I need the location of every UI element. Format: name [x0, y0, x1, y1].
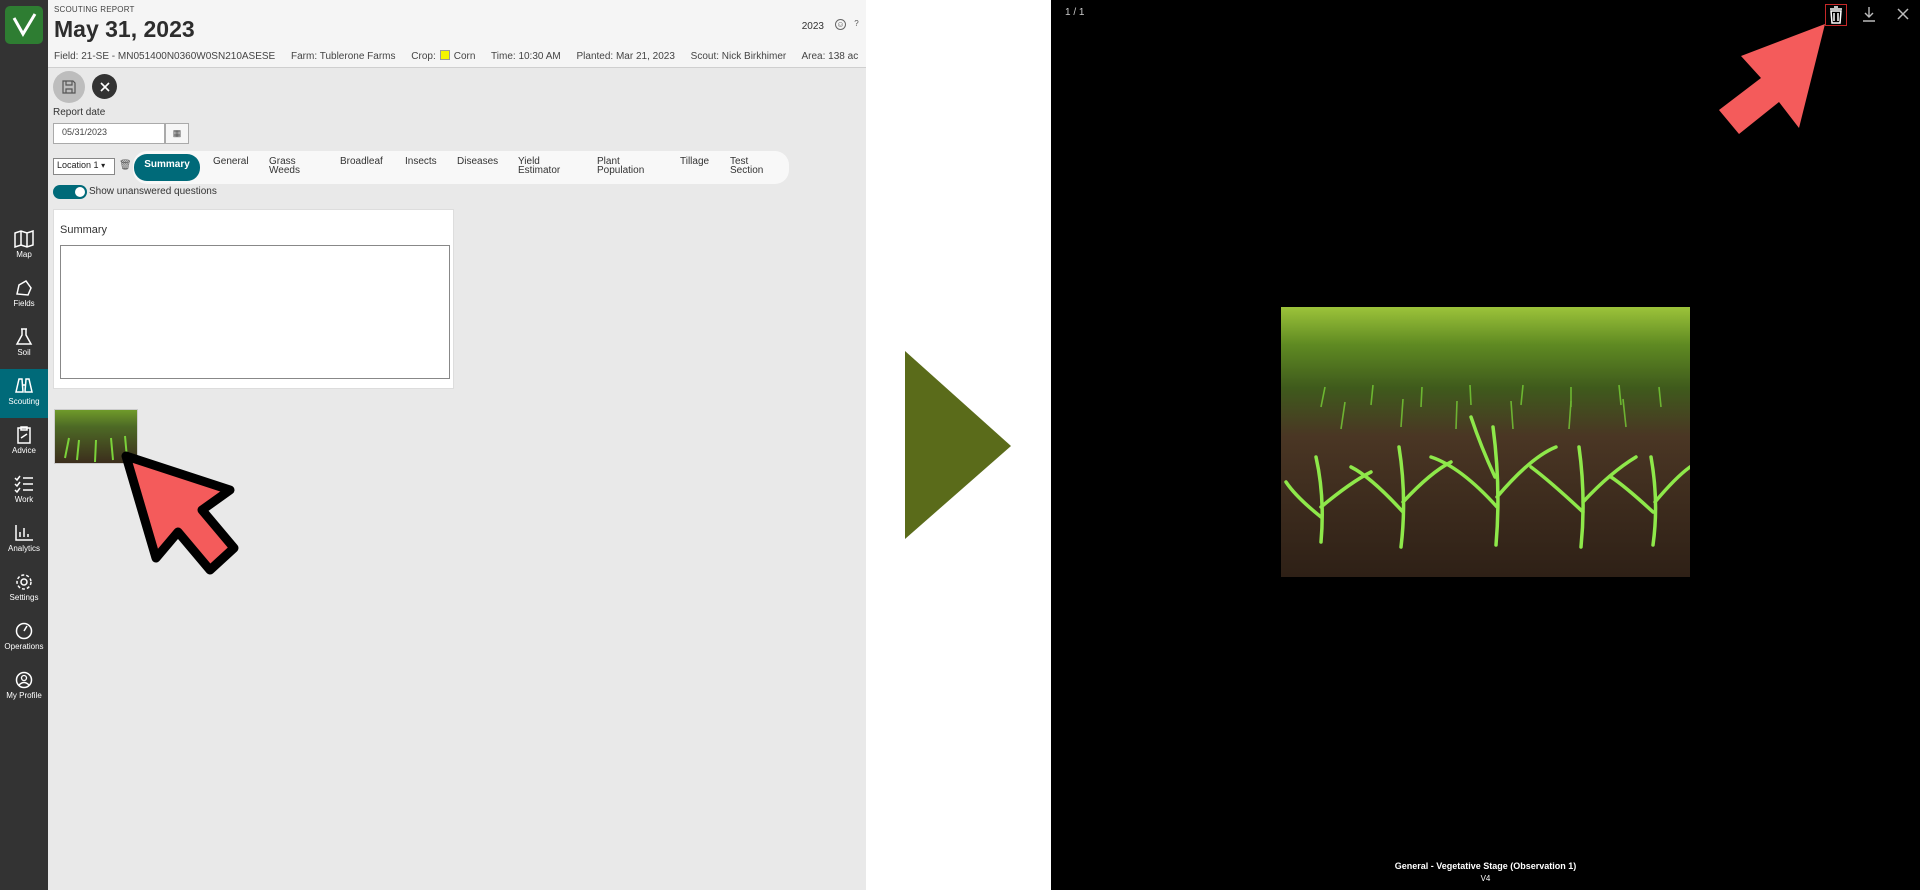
area-info: Area: 138 ac: [801, 51, 859, 62]
chart-icon: [15, 525, 33, 541]
fields-icon: [16, 280, 32, 296]
calendar-button[interactable]: ▦: [165, 123, 189, 144]
tab-yield-estimator[interactable]: Yield Estimator: [518, 157, 568, 176]
pointer-arrow-left: [121, 451, 239, 575]
show-unanswered-toggle[interactable]: [53, 185, 87, 199]
nav-rail: Map Fields Soil Scouting Advice Work Ana…: [0, 0, 48, 890]
summary-title: Summary: [60, 224, 108, 236]
trash-icon: [1830, 6, 1842, 24]
map-icon: [14, 230, 34, 248]
report-date-input[interactable]: 05/31/2023: [53, 123, 165, 144]
year-selector[interactable]: 2023: [802, 21, 824, 32]
show-unanswered-label: Show unanswered questions: [89, 186, 217, 197]
photo-viewer: 1 / 1 General - Vegetative Stage (Observ…: [1051, 0, 1920, 890]
report-date-label: Report date: [53, 107, 106, 118]
corn-seedling-photo: [1281, 307, 1690, 577]
gauge-icon: [15, 622, 33, 640]
step-divider: [866, 0, 1051, 890]
page-title: May 31, 2023: [54, 16, 195, 42]
tutorial-composite: Map Fields Soil Scouting Advice Work Ana…: [0, 0, 1920, 890]
flask-icon: [15, 328, 33, 345]
photo-caption: General - Vegetative Stage (Observation …: [1394, 861, 1577, 871]
nav-item-operations[interactable]: Operations: [0, 614, 48, 663]
farm-info: Farm: Tublerone Farms: [291, 51, 396, 62]
summary-card: Summary: [53, 209, 454, 389]
user-icon: [15, 671, 33, 689]
nav-label: Fields: [13, 299, 35, 308]
next-step-arrow: [905, 351, 1011, 539]
field-metadata: Field: 21-SE - MN051400N0360W0SN210ASESE…: [54, 50, 866, 62]
crop-info: Crop: Corn: [411, 50, 476, 62]
question-tabs: Summary General Grass Weeds Broadleaf In…: [133, 151, 789, 184]
gear-icon: [16, 574, 32, 590]
nav-label: Analytics: [7, 544, 40, 553]
location-value: Location 1: [57, 160, 99, 170]
help-icon[interactable]: ?: [851, 19, 862, 30]
nav-label: Soil: [17, 348, 31, 357]
tab-grass-weeds[interactable]: Grass Weeds: [269, 157, 315, 176]
checklist-icon: [14, 475, 33, 493]
tab-plant-population[interactable]: Plant Population: [597, 157, 652, 176]
nav-item-analytics[interactable]: Analytics: [0, 516, 48, 565]
app-logo[interactable]: [5, 6, 43, 44]
nav-label: Work: [14, 495, 34, 504]
tab-tillage[interactable]: Tillage: [680, 157, 709, 167]
chevron-down-icon: ▾: [101, 161, 106, 170]
nav-item-work[interactable]: Work: [0, 467, 48, 516]
nav-label: Settings: [9, 593, 39, 602]
nav-item-advice[interactable]: Advice: [0, 418, 48, 467]
report-kicker: SCOUTING REPORT: [54, 5, 135, 14]
tab-insects[interactable]: Insects: [405, 157, 437, 167]
nav-item-fields[interactable]: Fields: [0, 271, 48, 320]
tab-test-section[interactable]: Test Section: [730, 157, 770, 176]
download-icon: [1863, 7, 1875, 22]
tab-broadleaf[interactable]: Broadleaf: [340, 157, 383, 167]
photo-subcaption: V4: [1480, 874, 1491, 883]
time-info: Time: 10:30 AM: [491, 51, 561, 62]
save-icon: [62, 80, 76, 94]
location-select[interactable]: Location 1 ▾: [53, 158, 115, 175]
save-button[interactable]: [53, 71, 85, 103]
nav-label: My Profile: [6, 691, 42, 700]
nav-item-soil[interactable]: Soil: [0, 320, 48, 369]
calendar-icon: ▦: [172, 128, 182, 138]
nav-item-settings[interactable]: Settings: [0, 565, 48, 614]
nav-item-map[interactable]: Map: [0, 222, 48, 271]
scout-info: Scout: Nick Birkhimer: [690, 51, 787, 62]
clipboard-icon: [17, 426, 31, 444]
close-report-button[interactable]: [92, 74, 117, 99]
tab-diseases[interactable]: Diseases: [457, 157, 498, 167]
tab-general[interactable]: General: [213, 157, 249, 167]
photo-preview: [1281, 307, 1690, 577]
report-header: SCOUTING REPORT May 31, 2023 2023 ☺ ? Fi…: [48, 0, 866, 68]
binoculars-icon: [15, 378, 33, 393]
pointer-arrow-right: [1719, 24, 1825, 134]
close-icon: [1897, 8, 1909, 20]
summary-textarea[interactable]: [60, 245, 450, 379]
scouting-report-app: Map Fields Soil Scouting Advice Work Ana…: [0, 0, 866, 890]
close-viewer-button[interactable]: [1893, 4, 1915, 26]
nav-label: Map: [16, 250, 32, 259]
feedback-icon[interactable]: ☺: [835, 19, 846, 30]
download-button[interactable]: [1859, 4, 1881, 26]
image-counter: 1 / 1: [1065, 7, 1085, 18]
close-icon: [99, 81, 110, 92]
tab-summary[interactable]: Summary: [134, 154, 200, 181]
nav-item-my-profile[interactable]: My Profile: [0, 663, 48, 712]
planted-info: Planted: Mar 21, 2023: [576, 51, 675, 62]
nav-label: Scouting: [8, 397, 40, 406]
delete-location-icon[interactable]: 🗑: [119, 160, 132, 171]
field-info: Field: 21-SE - MN051400N0360W0SN210ASESE: [54, 51, 276, 62]
nav-label: Operations: [4, 642, 44, 651]
nav-item-scouting[interactable]: Scouting: [0, 369, 48, 418]
nav-label: Advice: [11, 446, 36, 455]
crop-color-swatch: [439, 50, 450, 60]
